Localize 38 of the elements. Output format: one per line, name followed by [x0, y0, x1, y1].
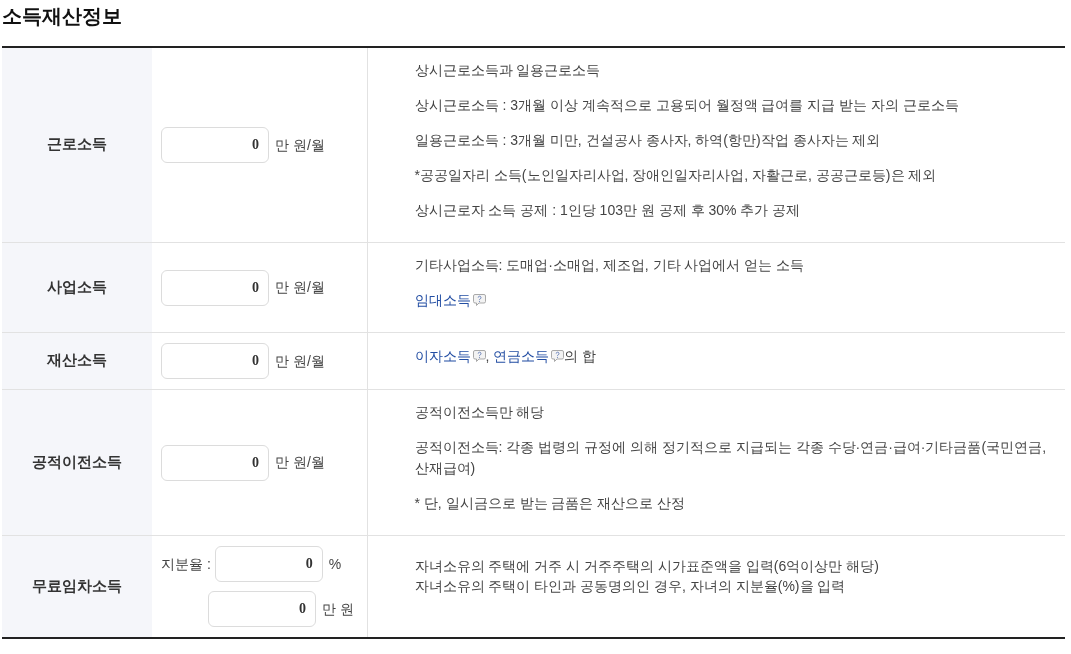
- section-title: 소득재산정보: [2, 4, 122, 28]
- amount-input[interactable]: 0: [161, 269, 269, 306]
- description-text: 공적이전소득만 해당: [414, 403, 546, 422]
- description-text: * 단, 일시금으로 받는 금품은 재산으로 산정: [414, 494, 687, 513]
- help-icon[interactable]: [551, 350, 565, 362]
- unit-label: 만 원/월: [275, 453, 325, 472]
- amount-input[interactable]: 0: [161, 127, 269, 163]
- description-text: 의 합: [564, 348, 597, 364]
- info-link[interactable]: 임대소득: [414, 292, 471, 308]
- amount-input[interactable]: 0: [208, 591, 316, 627]
- row-header: 재산소득: [2, 332, 152, 390]
- description-text: ,: [485, 348, 490, 364]
- description-text: 상시근로소득과 일용근로소득: [414, 61, 602, 80]
- description-text: 상시근로자 소득 공제 : 1인당 103만 원 공제 후 30% 추가 공제: [414, 201, 802, 220]
- row-header: 사업소득: [2, 242, 152, 333]
- row-header: 근로소득: [2, 47, 152, 243]
- help-icon[interactable]: [472, 350, 486, 362]
- description-text: *공공일자리 소득(노인일자리사업, 장애인일자리사업, 자활근로, 공공근로등)은 제외: [414, 166, 938, 185]
- unit-label: 만 원/월: [275, 135, 325, 155]
- description-text: 상시근로소득 : 3개월 이상 계속적으로 고용되어 월정액 급여를 지급 받는 자의 근로소득: [414, 96, 960, 115]
- description-text: 공적이전소득: 각종 법령의 규정에 의해 정기적으로 지급되는 각종 수당·연금·급여·기타금품(국민연금, 산재급여): [414, 438, 1048, 478]
- description-text: 기타사업소득: 도매업·소매업, 제조업, 기타 사업에서 얻는 소득: [414, 256, 806, 275]
- unit-label: 만 원/월: [275, 351, 325, 371]
- unit-label: 만 원: [322, 599, 354, 619]
- unit-label: 만 원/월: [275, 278, 325, 297]
- amount-input[interactable]: 0: [214, 546, 323, 582]
- description-text: 일용근로소득 : 3개월 미만, 건설공사 종사자, 하역(항만)작업 종사자는 제외: [414, 131, 882, 150]
- amount-input[interactable]: 0: [161, 444, 269, 481]
- description-text: 자녀소유의 주택에 거주 시 거주주택의 시가표준액을 입력(6억이상만 해당): [414, 557, 880, 576]
- unit-label: %: [328, 554, 342, 574]
- row-header: 공적이전소득: [2, 389, 152, 536]
- field-label: 지분율 :: [161, 554, 211, 574]
- row-header: 무료임차소득: [2, 535, 152, 638]
- info-link[interactable]: 연금소득: [493, 348, 550, 364]
- info-link[interactable]: 이자소득: [414, 348, 471, 364]
- amount-input[interactable]: 0: [161, 343, 269, 379]
- help-icon[interactable]: [472, 294, 486, 306]
- description-text: 자녀소유의 주택이 타인과 공동명의인 경우, 자녀의 지분율(%)을 입력: [414, 577, 847, 596]
